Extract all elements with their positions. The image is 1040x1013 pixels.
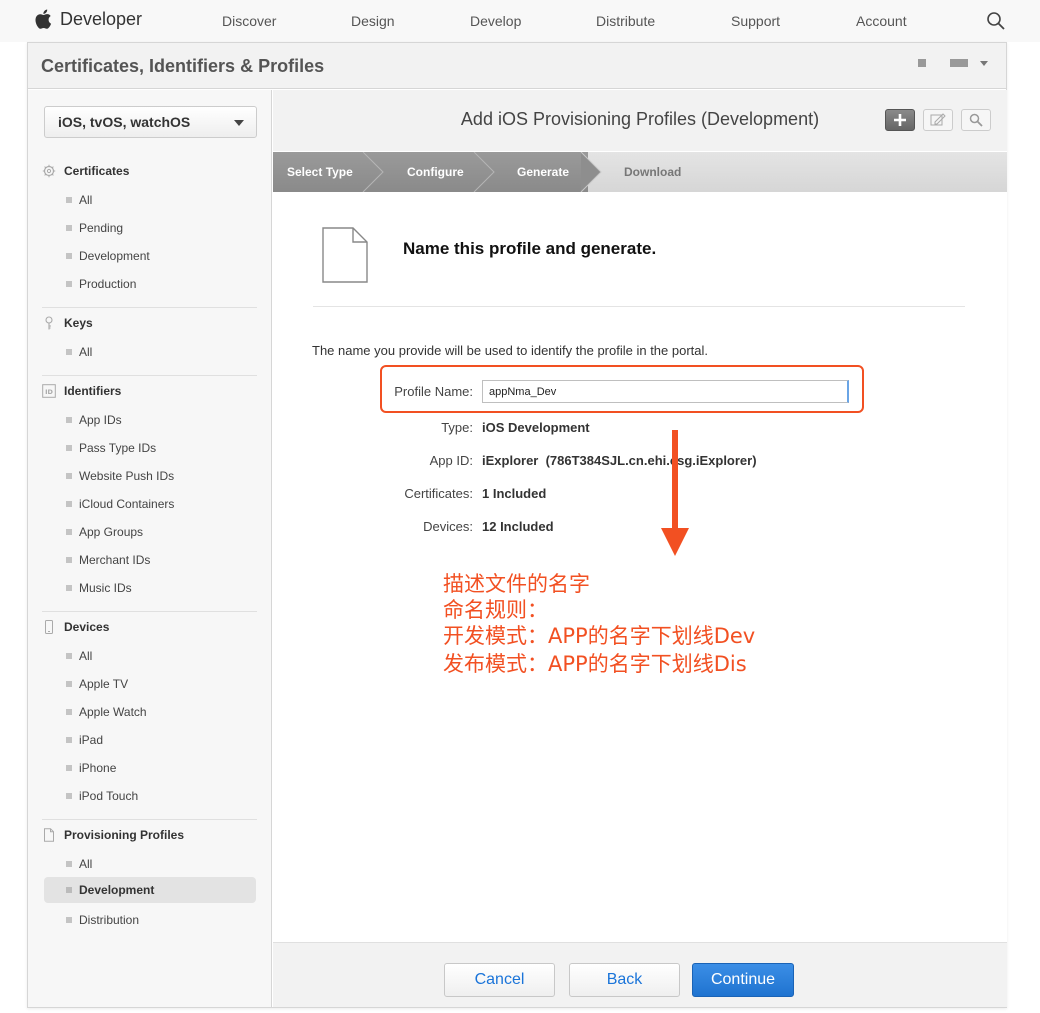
grid-view-icon[interactable] [918,59,926,67]
sidebar-section-keys[interactable]: Keys [42,316,93,330]
sidebar-item-music-ids[interactable]: Music IDs [66,581,132,595]
main-frame: Certificates, Identifiers & Profiles iOS… [27,42,1007,1008]
sidebar-section-identifiers[interactable]: ID Identifiers [42,384,121,398]
back-button[interactable]: Back [569,963,680,997]
sidebar-section-provisioning-profiles[interactable]: Provisioning Profiles [42,828,184,842]
content-header: Add iOS Provisioning Profiles (Developme… [273,90,1007,151]
key-icon [45,316,53,330]
annotation-line-3: 开发模式：APP的名字下划线Dev [443,624,756,648]
global-nav: Developer Discover Design Develop Distri… [0,0,1040,42]
id-icon: ID [42,384,56,398]
sidebar-item-pass-type-ids[interactable]: Pass Type IDs [66,441,156,455]
sidebar-item-merchant-ids[interactable]: Merchant IDs [66,553,150,567]
chevron-down-icon[interactable] [980,60,988,66]
sidebar-item-devices-all[interactable]: All [66,649,92,663]
step-configure: Configure [407,165,464,179]
document-icon [322,227,368,283]
form-footer: Cancel Back Continue [273,942,1007,1007]
devices-value: 12 Included [482,519,554,534]
content-panel: Add iOS Provisioning Profiles (Developme… [273,90,1007,1007]
platform-select[interactable]: iOS, tvOS, watchOS [44,106,257,138]
devices-label: Devices: [423,519,473,534]
search-icon[interactable] [986,11,1006,31]
step-generate: Generate [517,165,570,179]
sidebar-item-ipad[interactable]: iPad [66,733,103,747]
sidebar-section-label: Identifiers [64,384,122,398]
continue-button[interactable]: Continue [692,963,794,997]
apple-logo-icon [35,9,52,29]
gear-icon [42,164,56,178]
sidebar-section-devices[interactable]: Devices [42,620,109,634]
annotation-arrow-icon [661,430,689,556]
sidebar-item-production[interactable]: Production [66,277,136,291]
view-toggle[interactable] [918,59,988,67]
step-select-type: Select Type [287,165,353,179]
sidebar-item-app-groups[interactable]: App Groups [66,525,143,539]
sidebar-item-development[interactable]: Development [66,249,150,263]
brand-label: Developer [60,8,143,29]
plus-icon [894,114,906,126]
sidebar-item-profiles-development[interactable]: Development [44,877,256,903]
sidebar-item-website-push-ids[interactable]: Website Push IDs [66,469,174,483]
sidebar: iOS, tvOS, watchOS Certificates All Pend… [28,90,272,1007]
cancel-button[interactable]: Cancel [444,963,555,997]
frame-header: Certificates, Identifiers & Profiles [28,43,1006,89]
sidebar-item-iphone[interactable]: iPhone [66,761,116,775]
certificates-value: 1 Included [482,486,547,501]
annotation-line-4: 发布模式：APP的名字下划线Dis [443,652,747,676]
svg-text:ID: ID [45,388,53,396]
nav-develop[interactable]: Develop [470,13,521,29]
edit-button[interactable] [923,109,953,131]
divider [313,306,965,307]
sidebar-section-label: Keys [64,316,93,330]
type-label: Type: [441,420,473,435]
add-button[interactable] [885,109,915,131]
app-id-label: App ID: [429,453,473,468]
form-description: The name you provide will be used to ide… [312,343,709,358]
profile-name-input[interactable] [482,380,849,403]
sidebar-item-app-ids[interactable]: App IDs [66,413,122,427]
document-icon [44,828,54,842]
sidebar-item-certificates-all[interactable]: All [66,193,92,207]
wizard-steps: Select Type Configure Generate Download [273,152,1007,192]
sidebar-item-ipod-touch[interactable]: iPod Touch [66,789,138,803]
sidebar-item-apple-watch[interactable]: Apple Watch [66,705,147,719]
sidebar-item-profiles-distribution[interactable]: Distribution [66,913,139,927]
sidebar-section-label: Devices [64,620,110,634]
sidebar-item-apple-tv[interactable]: Apple TV [66,677,128,691]
developer-brand[interactable]: Developer [34,8,142,30]
step-download: Download [624,165,682,179]
nav-support[interactable]: Support [731,13,780,29]
sidebar-section-certificates[interactable]: Certificates [42,164,129,178]
search-icon [969,113,983,127]
sidebar-item-profiles-all[interactable]: All [66,857,92,871]
chevron-down-icon [234,120,244,126]
divider [42,375,257,376]
divider [42,819,257,820]
divider [42,307,257,308]
sidebar-item-icloud-containers[interactable]: iCloud Containers [66,497,174,511]
sidebar-section-label: Certificates [64,164,130,178]
list-view-icon[interactable] [950,59,968,67]
type-value: iOS Development [482,420,590,435]
sidebar-item-keys-all[interactable]: All [66,345,92,359]
nav-discover[interactable]: Discover [222,13,276,29]
page-section-title: Certificates, Identifiers & Profiles [41,56,325,76]
nav-distribute[interactable]: Distribute [596,13,655,29]
divider [42,611,257,612]
certificates-label: Certificates: [404,486,473,501]
nav-account[interactable]: Account [856,13,907,29]
platform-select-value: iOS, tvOS, watchOS [58,114,191,130]
nav-design[interactable]: Design [351,13,395,29]
step-heading: Name this profile and generate. [403,239,657,258]
app-id-value: iExplorer (786T384SJL.cn.ehi.csg.iExplor… [482,453,757,468]
edit-icon [930,113,946,126]
device-icon [45,620,53,634]
sidebar-section-label: Provisioning Profiles [64,828,185,842]
search-button[interactable] [961,109,991,131]
sidebar-item-pending[interactable]: Pending [66,221,123,235]
profile-name-label: Profile Name: [394,384,473,399]
